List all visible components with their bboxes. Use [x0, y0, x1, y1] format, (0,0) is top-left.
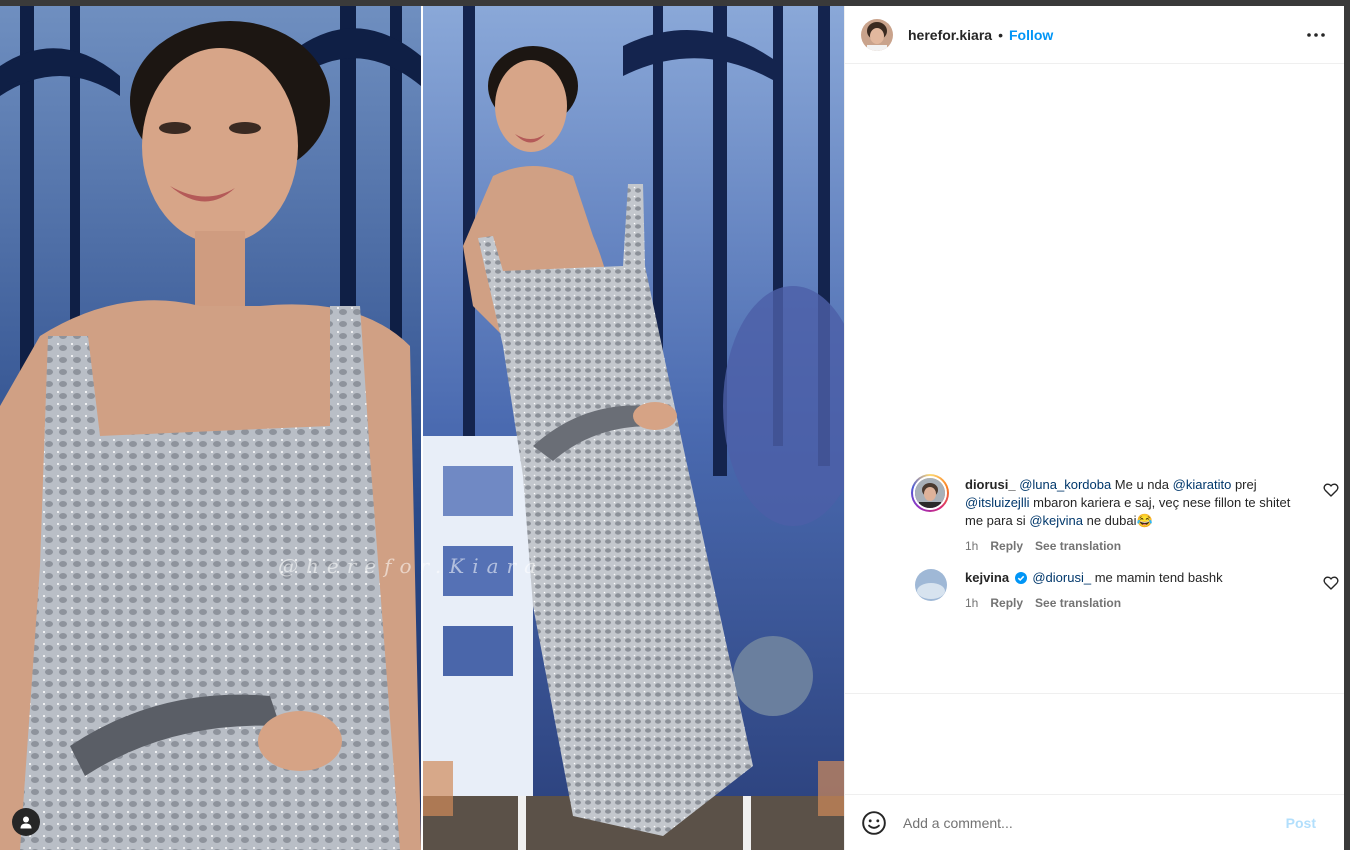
comment-mention[interactable]: @kejvina: [1029, 513, 1083, 528]
more-options-icon: [1307, 32, 1325, 37]
see-translation-button[interactable]: See translation: [1035, 537, 1121, 555]
more-options-button[interactable]: [1304, 23, 1328, 47]
see-translation-button[interactable]: See translation: [1035, 594, 1121, 612]
image-watermark: @herefor.Kiara: [278, 554, 545, 578]
heart-icon[interactable]: [1323, 575, 1339, 591]
comment-text: ne dubai😂: [1082, 513, 1153, 528]
commenter-avatar[interactable]: [915, 569, 947, 601]
comment-body: kejvina @diorusi_ me mamin tend bashk 1h…: [965, 569, 1331, 612]
heart-icon[interactable]: [1323, 482, 1339, 498]
comment-time[interactable]: 1h: [965, 537, 978, 555]
comment-text: Me u nda: [1111, 477, 1173, 492]
commenter-avatar[interactable]: [911, 474, 949, 512]
comment-input[interactable]: [901, 813, 1286, 832]
post-image-fullbody: [423, 6, 844, 850]
comments-list[interactable]: diorusi_ @luna_kordoba Me u nda @kiarati…: [845, 64, 1344, 694]
header-separator: •: [998, 26, 1003, 43]
post-comment-button[interactable]: Post: [1286, 815, 1316, 831]
reply-button[interactable]: Reply: [990, 537, 1023, 555]
add-comment-bar: Post: [845, 795, 1344, 850]
comment-mention[interactable]: @diorusi_: [1032, 570, 1091, 585]
comment-mention[interactable]: @kiaratito: [1173, 477, 1232, 492]
post-actions-area: [845, 694, 1344, 795]
comment-username[interactable]: kejvina: [965, 570, 1009, 585]
post-media[interactable]: @herefor.Kiara: [0, 6, 844, 850]
user-tag-button[interactable]: [12, 808, 40, 836]
post-modal: @herefor.Kiara herefor.kiara • Follow di…: [0, 6, 1344, 850]
comment-username[interactable]: diorusi_: [965, 477, 1016, 492]
post-side-panel: herefor.kiara • Follow diorusi_ @luna_ko…: [844, 6, 1344, 850]
comment-mention[interactable]: @itsluizejlli: [965, 495, 1030, 510]
comment-mention[interactable]: @luna_kordoba: [1019, 477, 1111, 492]
reply-button[interactable]: Reply: [990, 594, 1023, 612]
comment-time[interactable]: 1h: [965, 594, 978, 612]
emoji-icon[interactable]: [861, 810, 887, 836]
post-image-closeup: [0, 6, 421, 850]
verified-badge-icon: [1014, 572, 1027, 584]
comment-item: diorusi_ @luna_kordoba Me u nda @kiarati…: [911, 474, 1339, 555]
comment-body: diorusi_ @luna_kordoba Me u nda @kiarati…: [965, 476, 1331, 555]
follow-button[interactable]: Follow: [1009, 27, 1053, 43]
comment-meta: 1h Reply See translation: [965, 537, 1331, 555]
author-username[interactable]: herefor.kiara: [908, 27, 992, 43]
author-avatar[interactable]: [861, 18, 893, 51]
comment-text: prej: [1231, 477, 1257, 492]
comment-meta: 1h Reply See translation: [965, 594, 1331, 612]
post-header: herefor.kiara • Follow: [845, 6, 1344, 64]
comment-item: kejvina @diorusi_ me mamin tend bashk 1h…: [911, 569, 1339, 612]
user-tag-icon: [20, 816, 32, 829]
comment-text: me mamin tend bashk: [1091, 570, 1223, 585]
